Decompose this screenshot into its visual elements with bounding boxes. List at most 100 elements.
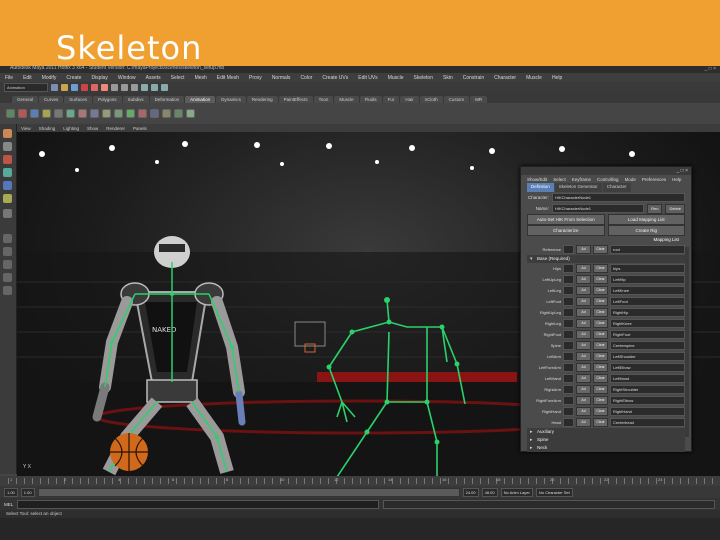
character-set-dropdown[interactable]: No Character Set (535, 487, 573, 497)
mapping-clear-button[interactable]: Clear (593, 264, 608, 273)
menu-item[interactable]: Create UVs (317, 75, 353, 81)
panel-menu-item[interactable]: Help (672, 177, 681, 182)
set-key-icon[interactable] (6, 108, 15, 118)
mapping-value[interactable]: LeftHip (610, 275, 685, 284)
menu-item[interactable]: Proxy (244, 75, 267, 81)
shelf-tab[interactable]: nCloth (419, 96, 443, 103)
mapping-value[interactable]: LeftShoulder (610, 352, 685, 361)
menu-item[interactable]: Skeleton (409, 75, 438, 81)
mapping-clear-button[interactable]: Clear (593, 319, 608, 328)
character-dropdown[interactable]: HIKCharacterNode1 (552, 193, 685, 202)
mapping-value[interactable]: LeftElbow (610, 363, 685, 372)
snap-point-icon[interactable] (131, 84, 138, 91)
select-by-hierarchy-icon[interactable] (81, 84, 88, 91)
mapping-value[interactable]: RightHand (610, 407, 685, 416)
section-collapsed[interactable]: Spine (527, 436, 685, 444)
name-field[interactable]: HIKCharacterNode1 (552, 204, 645, 213)
menu-item[interactable]: Help (547, 75, 567, 81)
menu-item[interactable]: Edit UVs (353, 75, 382, 81)
mapping-value[interactable]: Centerhead (610, 418, 685, 427)
mapping-add-button[interactable]: Ad (576, 264, 591, 273)
mapping-add-button[interactable]: Ad (576, 297, 591, 306)
manipulator-tool-icon[interactable] (3, 194, 12, 203)
mapping-value[interactable]: hips (610, 264, 685, 273)
persp-outliner-layout-icon[interactable] (3, 260, 12, 269)
mapping-add-button[interactable]: Ad (576, 385, 591, 394)
single-perspective-layout-icon[interactable] (3, 234, 12, 243)
panel-menu-item[interactable]: Keyframe (572, 177, 591, 182)
menu-set-dropdown[interactable]: Animation (4, 83, 48, 92)
panel-tab[interactable]: Skeleton Generator (554, 183, 602, 192)
shelf-tab[interactable]: MR (470, 96, 488, 103)
menu-item[interactable]: Constrain (458, 75, 489, 81)
cluster-icon[interactable] (54, 108, 63, 118)
load-mapping-list-button[interactable]: Load Mapping List (607, 214, 685, 225)
shelf-tab[interactable]: Subdivs (122, 96, 149, 103)
shelf-tab[interactable]: Fluids (359, 96, 382, 103)
panel-menu-item[interactable]: Show/Edit (527, 177, 547, 182)
mapping-clear-button[interactable]: Clear (593, 385, 608, 394)
mapping-add-button[interactable]: Ad (576, 352, 591, 361)
mapping-add-button[interactable]: Ad (576, 319, 591, 328)
mapping-add-button[interactable]: Ad (576, 330, 591, 339)
menu-item[interactable]: Normals (267, 75, 296, 81)
menu-item[interactable]: Select (166, 75, 190, 81)
mapping-add-button[interactable]: Ad (576, 363, 591, 372)
blend-shape-icon[interactable] (78, 108, 87, 118)
shelf-tab[interactable]: Curves (39, 96, 64, 103)
snap-curve-icon[interactable] (121, 84, 128, 91)
menu-item[interactable]: Modify (37, 75, 62, 81)
panel-tab[interactable]: Definition (527, 183, 554, 192)
delete-button[interactable]: Delete (665, 203, 685, 214)
mapping-value[interactable]: LeftHand (610, 374, 685, 383)
render-icon[interactable] (141, 84, 148, 91)
anim-layer-dropdown[interactable]: No Anim Layer (500, 487, 533, 497)
hypershade-layout-icon[interactable] (3, 286, 12, 295)
reference-value[interactable]: root (610, 245, 685, 254)
constraint-icon[interactable] (138, 108, 147, 118)
mapping-clear-button[interactable]: Clear (593, 396, 608, 405)
rotate-tool-icon[interactable] (3, 168, 12, 177)
reference-add-button[interactable]: Ad (576, 245, 591, 254)
select-tool-icon[interactable] (3, 129, 12, 138)
mapping-add-button[interactable]: Ad (576, 308, 591, 317)
four-view-layout-icon[interactable] (3, 247, 12, 256)
shelf-tab[interactable]: Toon (313, 96, 334, 103)
shelf-tab[interactable]: Custom (443, 96, 470, 103)
menu-item[interactable]: Display (86, 75, 112, 81)
end-time-field[interactable]: 48.00 (481, 487, 498, 497)
lasso-tool-icon[interactable] (3, 142, 12, 151)
panel-window-controls[interactable]: _ □ × (677, 168, 689, 174)
section-base[interactable]: Base (Required) (527, 255, 685, 263)
panel-scrollbar[interactable] (685, 247, 689, 437)
panel-menu-item[interactable]: Mode (625, 177, 636, 182)
reference-clear-button[interactable]: Clear (593, 245, 608, 254)
panel-menu-item[interactable]: Select (553, 177, 566, 182)
menu-item[interactable]: Edit Mesh (212, 75, 244, 81)
graph-editor-icon[interactable] (150, 108, 159, 118)
mapping-clear-button[interactable]: Clear (593, 374, 608, 383)
menu-item[interactable]: Color (295, 75, 317, 81)
playback-end-field[interactable]: 24.00 (462, 487, 479, 497)
shelf-tab[interactable]: Rendering (246, 96, 278, 103)
viewport-menu-item[interactable]: Show (83, 126, 102, 131)
menu-item[interactable]: Window (113, 75, 141, 81)
paint-weights-icon[interactable] (114, 108, 123, 118)
trax-editor-icon[interactable] (174, 108, 183, 118)
section-collapsed[interactable]: Neck (527, 444, 685, 452)
mapping-clear-button[interactable]: Clear (593, 418, 608, 427)
motion-path-icon[interactable] (126, 108, 135, 118)
joint-tool-icon[interactable] (42, 108, 51, 118)
viewport-menu-item[interactable]: Lighting (59, 126, 83, 131)
command-input[interactable] (17, 499, 380, 509)
playback-start-field[interactable]: 1.00 (20, 487, 35, 497)
start-time-field[interactable]: 1.00 (4, 487, 18, 497)
scale-tool-icon[interactable] (3, 181, 12, 190)
window-controls[interactable]: _ □ × (705, 66, 717, 72)
mapping-value[interactable]: RightHip (610, 308, 685, 317)
mapping-clear-button[interactable]: Clear (593, 341, 608, 350)
shelf-tab[interactable]: Muscle (334, 96, 359, 103)
lattice-icon[interactable] (66, 108, 75, 118)
playblast-icon[interactable] (186, 108, 195, 118)
mapping-add-button[interactable]: Ad (576, 396, 591, 405)
